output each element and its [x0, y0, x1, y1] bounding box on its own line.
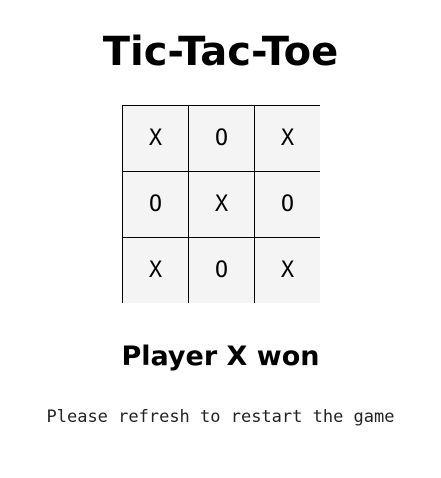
game-title: Tic-Tac-Toe	[102, 29, 339, 75]
board-cell-1[interactable]: X	[122, 105, 188, 171]
restart-hint: Please refresh to restart the game	[46, 407, 395, 427]
board-cell-4[interactable]: O	[122, 171, 188, 237]
board-cell-2[interactable]: O	[188, 105, 254, 171]
board-cell-3[interactable]: X	[254, 105, 320, 171]
board-cell-8[interactable]: O	[188, 237, 254, 303]
board-cell-9[interactable]: X	[254, 237, 320, 303]
board-cell-6[interactable]: O	[254, 171, 320, 237]
board-cell-7[interactable]: X	[122, 237, 188, 303]
game-board: X O X O X O X O X	[122, 105, 320, 303]
game-status: Player X won	[121, 341, 320, 372]
board-cell-5[interactable]: X	[188, 171, 254, 237]
